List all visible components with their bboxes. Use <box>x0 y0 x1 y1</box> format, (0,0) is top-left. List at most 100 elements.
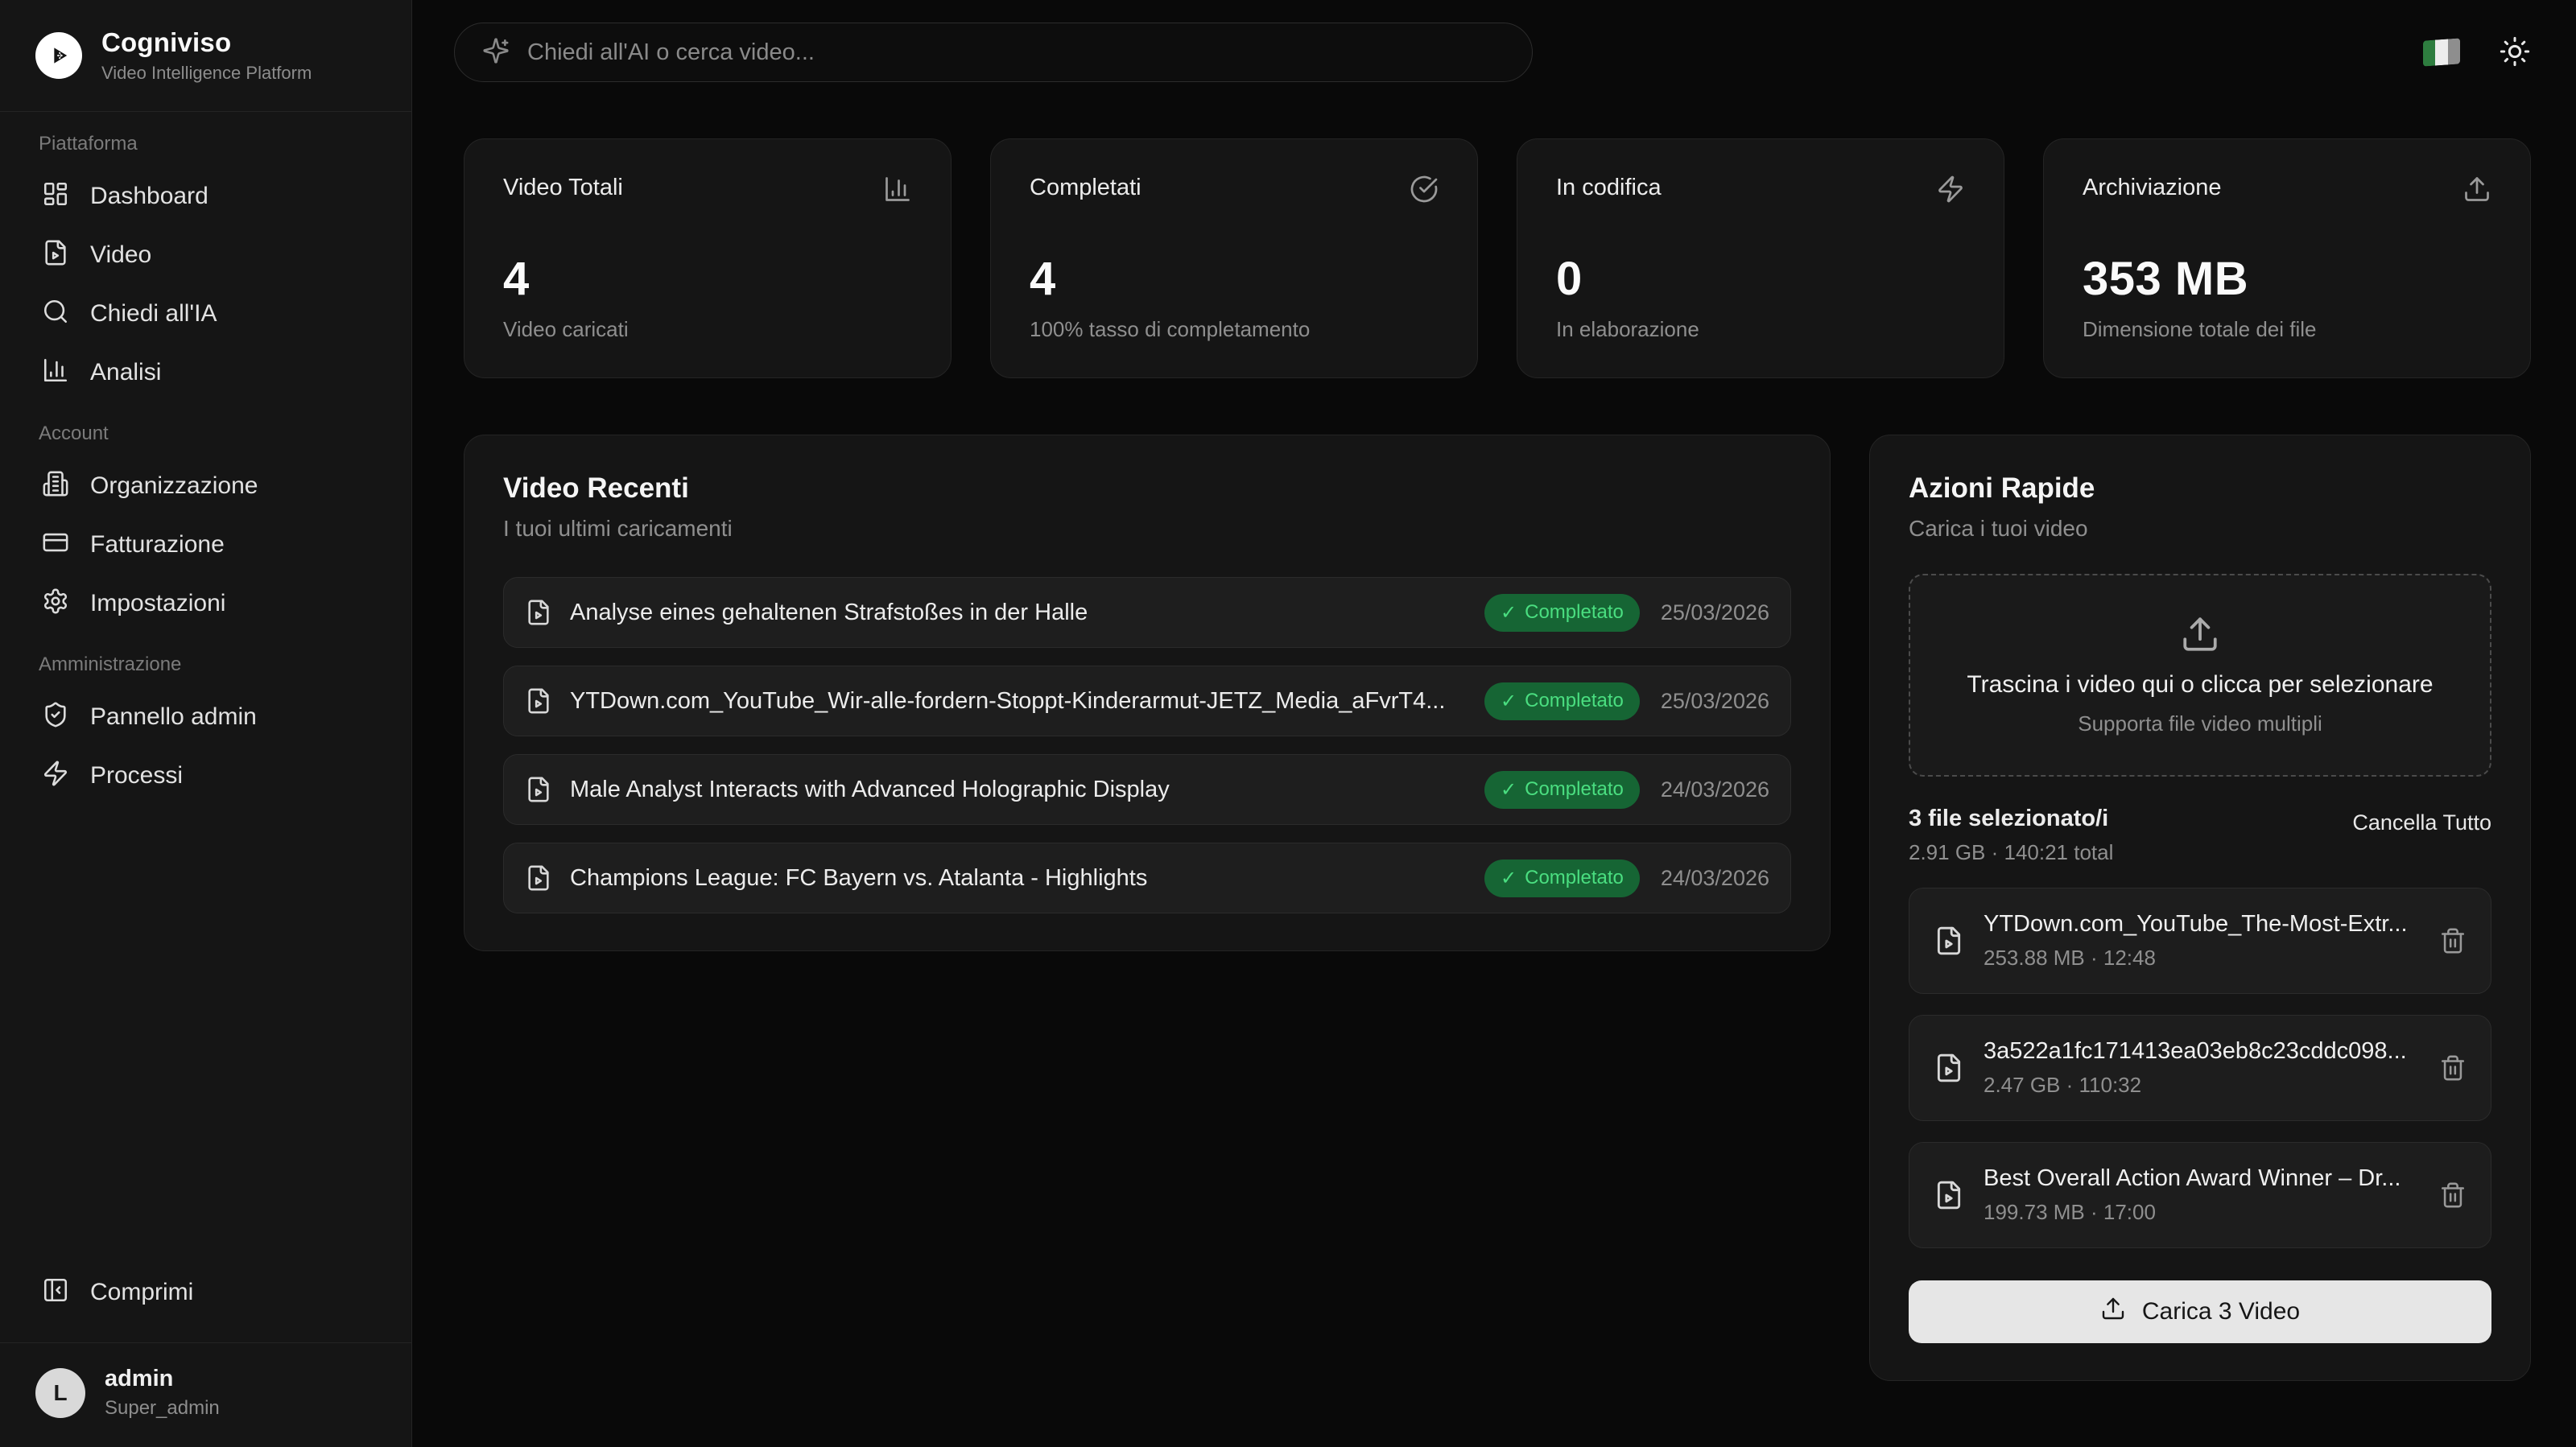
theme-toggle-button[interactable] <box>2499 35 2531 70</box>
sidebar-item-dashboard[interactable]: Dashboard <box>35 167 376 225</box>
file-video-icon <box>42 239 69 270</box>
quick-actions-title: Azioni Rapide <box>1909 472 2491 505</box>
search-input[interactable] <box>527 39 1505 66</box>
sidebar-item-label: Analisi <box>90 359 161 386</box>
sidebar-nav: Piattaforma Dashboard Video Chiedi all'I… <box>0 112 411 805</box>
shield-check-icon <box>42 701 69 732</box>
recent-videos-subtitle: I tuoi ultimi caricamenti <box>503 516 1791 542</box>
chart-column-icon <box>883 175 912 208</box>
collapse-sidebar-button[interactable]: Comprimi <box>35 1263 376 1321</box>
collapse-label: Comprimi <box>90 1279 193 1306</box>
video-date: 25/03/2026 <box>1661 600 1769 625</box>
sidebar-item-label: Chiedi all'IA <box>90 300 217 328</box>
stat-card-archiviazione: Archiviazione 353 MB Dimensione totale d… <box>2043 138 2531 378</box>
video-title: Champions League: FC Bayern vs. Atalanta… <box>570 865 1467 892</box>
status-badge: ✓Completato <box>1484 594 1640 632</box>
status-badge: ✓Completato <box>1484 682 1640 720</box>
file-info: Best Overall Action Award Winner – Dr...… <box>1984 1165 2420 1225</box>
sidebar: Cogniviso Video Intelligence Platform Pi… <box>0 0 412 1447</box>
stat-caption: Video caricati <box>503 317 912 342</box>
topbar-actions <box>2423 35 2531 70</box>
video-row[interactable]: Male Analyst Interacts with Advanced Hol… <box>503 754 1791 825</box>
sidebar-bottom: Comprimi L admin Super_admin <box>0 1263 411 1447</box>
upload-videos-button[interactable]: Carica 3 Video <box>1909 1280 2491 1343</box>
sidebar-item-pannello-admin[interactable]: Pannello admin <box>35 687 376 746</box>
video-row[interactable]: Champions League: FC Bayern vs. Atalanta… <box>503 843 1791 913</box>
file-info: 3a522a1fc171413ea03eb8c23cddc098... 2.47… <box>1984 1038 2420 1098</box>
recent-videos-title: Video Recenti <box>503 472 1791 505</box>
logo-text: Cogniviso Video Intelligence Platform <box>101 27 312 84</box>
file-item: Best Overall Action Award Winner – Dr...… <box>1909 1142 2491 1248</box>
stat-title: In codifica <box>1556 175 1662 201</box>
building-icon <box>42 470 69 501</box>
sidebar-item-label: Pannello admin <box>90 703 257 731</box>
remove-file-button[interactable] <box>2439 1181 2467 1209</box>
sun-icon <box>2499 35 2531 70</box>
gear-icon <box>42 587 69 619</box>
panels-row: Video Recenti I tuoi ultimi caricamenti … <box>464 435 2531 1381</box>
sidebar-item-label: Fatturazione <box>90 531 225 559</box>
check-icon: ✓ <box>1501 867 1517 890</box>
stat-caption: 100% tasso di completamento <box>1030 317 1439 342</box>
language-toggle-button[interactable] <box>2423 39 2460 65</box>
clear-all-button[interactable]: Cancella Tutto <box>2352 806 2491 835</box>
stats-grid: Video Totali 4 Video caricati Completati… <box>464 138 2531 378</box>
sidebar-item-chiedi-ia[interactable]: Chiedi all'IA <box>35 284 376 343</box>
app-tagline: Video Intelligence Platform <box>101 63 312 84</box>
file-meta: 253.88 MB · 12:48 <box>1984 946 2420 971</box>
video-row[interactable]: Analyse eines gehaltenen Strafstoßes in … <box>503 577 1791 648</box>
italy-flag-icon <box>2423 38 2460 66</box>
stat-value: 353 MB <box>2083 252 2491 306</box>
file-item: YTDown.com_YouTube_The-Most-Extr... 253.… <box>1909 888 2491 994</box>
check-icon: ✓ <box>1501 778 1517 802</box>
credit-card-icon <box>42 529 69 560</box>
sidebar-item-organizzazione[interactable]: Organizzazione <box>35 456 376 515</box>
stat-caption: Dimensione totale dei file <box>2083 317 2491 342</box>
video-title: Analyse eines gehaltenen Strafstoßes in … <box>570 600 1467 626</box>
dashboard-content: Video Totali 4 Video caricati Completati… <box>412 103 2576 1381</box>
file-info: YTDown.com_YouTube_The-Most-Extr... 253.… <box>1984 911 2420 971</box>
status-badge: ✓Completato <box>1484 860 1640 897</box>
ai-search-box[interactable] <box>454 23 1533 82</box>
quick-actions-subtitle: Carica i tuoi video <box>1909 516 2491 542</box>
dropzone-hint: Supporta file video multipli <box>2078 711 2322 736</box>
upload-icon <box>2100 1296 2126 1328</box>
sidebar-item-label: Impostazioni <box>90 590 225 617</box>
file-meta: 2.47 GB · 110:32 <box>1984 1073 2420 1098</box>
stat-title: Video Totali <box>503 175 623 201</box>
sidebar-item-impostazioni[interactable]: Impostazioni <box>35 574 376 633</box>
app-root: Cogniviso Video Intelligence Platform Pi… <box>0 0 2576 1447</box>
stat-value: 0 <box>1556 252 1965 306</box>
file-video-icon <box>525 687 552 715</box>
file-video-icon <box>525 599 552 626</box>
upload-icon <box>2462 175 2491 208</box>
status-badge: ✓Completato <box>1484 771 1640 809</box>
video-row[interactable]: YTDown.com_YouTube_Wir-alle-fordern-Stop… <box>503 666 1791 736</box>
trash-icon <box>2439 1181 2467 1209</box>
stat-value: 4 <box>503 252 912 306</box>
recent-videos-list: Analyse eines gehaltenen Strafstoßes in … <box>503 577 1791 913</box>
stat-value: 4 <box>1030 252 1439 306</box>
sidebar-item-label: Dashboard <box>90 183 208 210</box>
sidebar-item-label: Organizzazione <box>90 472 258 500</box>
avatar: L <box>35 1368 85 1418</box>
main: Video Totali 4 Video caricati Completati… <box>412 0 2576 1447</box>
trash-icon <box>2439 1054 2467 1082</box>
file-meta: 199.73 MB · 17:00 <box>1984 1200 2420 1225</box>
upload-dropzone[interactable]: Trascina i video qui o clicca per selezi… <box>1909 574 2491 777</box>
file-video-icon <box>525 864 552 892</box>
trash-icon <box>2439 927 2467 954</box>
remove-file-button[interactable] <box>2439 1054 2467 1082</box>
check-icon: ✓ <box>1501 601 1517 625</box>
stat-title: Archiviazione <box>2083 175 2221 201</box>
file-name: YTDown.com_YouTube_The-Most-Extr... <box>1984 911 2420 938</box>
sidebar-item-video[interactable]: Video <box>35 225 376 284</box>
user-menu[interactable]: L admin Super_admin <box>0 1342 411 1447</box>
file-item: 3a522a1fc171413ea03eb8c23cddc098... 2.47… <box>1909 1015 2491 1121</box>
remove-file-button[interactable] <box>2439 927 2467 954</box>
sidebar-item-analisi[interactable]: Analisi <box>35 343 376 402</box>
app-logo-icon <box>35 32 82 79</box>
selection-summary: 3 file selezionato/i 2.91 GB · 140:21 to… <box>1909 806 2491 865</box>
sidebar-item-processi[interactable]: Processi <box>35 746 376 805</box>
sidebar-item-fatturazione[interactable]: Fatturazione <box>35 515 376 574</box>
